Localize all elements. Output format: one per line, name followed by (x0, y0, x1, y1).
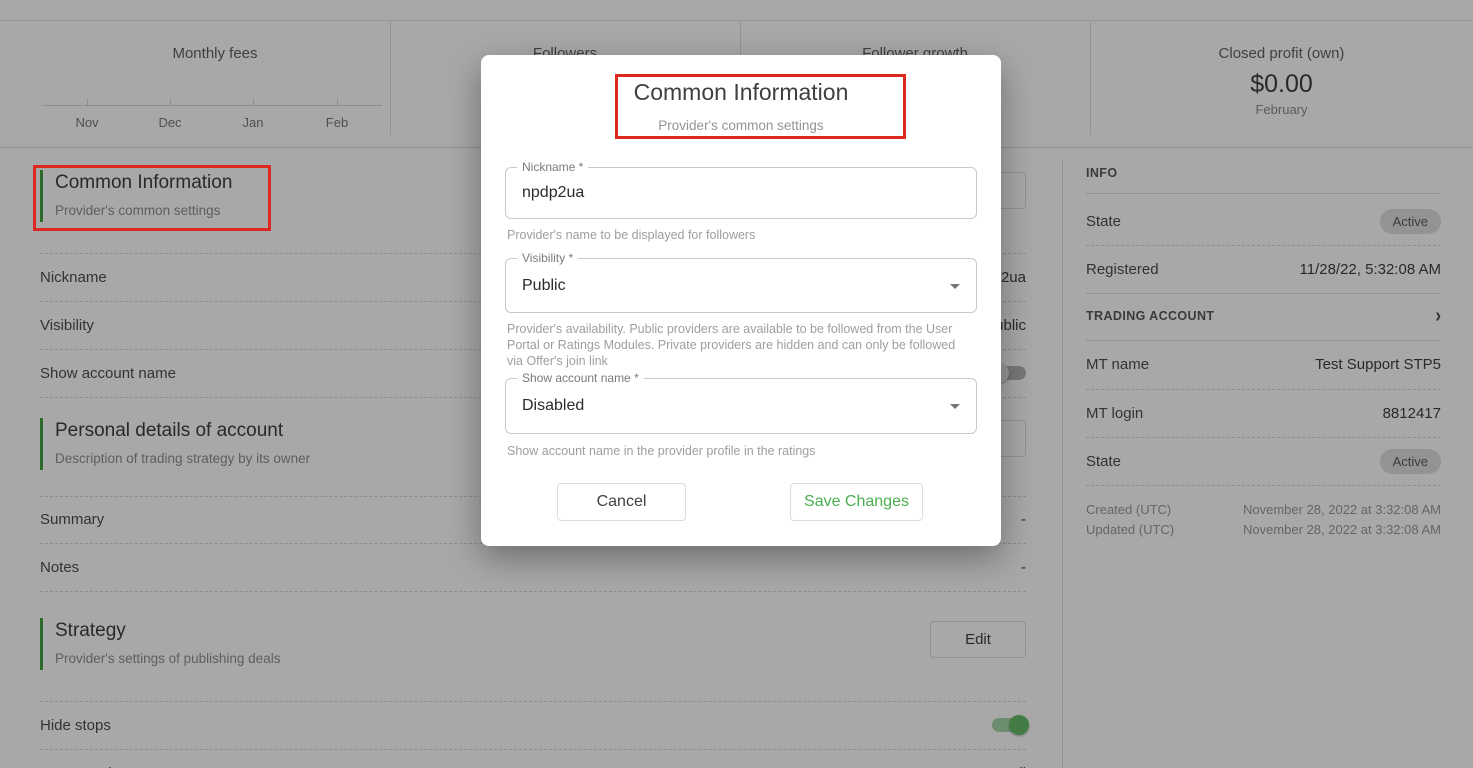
nickname-helper: Provider's name to be displayed for foll… (507, 227, 969, 243)
annotation-box-dialog-header (615, 74, 906, 139)
cancel-button[interactable]: Cancel (557, 483, 686, 521)
field-label: Nickname * (517, 160, 588, 174)
visibility-helper: Provider's availability. Public provider… (507, 321, 969, 369)
provider-settings-screen: Monthly fees Nov Dec Jan Feb Followers F… (0, 0, 1473, 768)
save-changes-button[interactable]: Save Changes (790, 483, 923, 521)
show-account-name-helper: Show account name in the provider profil… (507, 443, 969, 459)
nickname-field[interactable]: Nickname * npdp2ua (505, 167, 977, 219)
field-value: npdp2ua (522, 184, 584, 202)
chevron-down-icon (950, 404, 960, 409)
show-account-name-select[interactable]: Show account name * Disabled (505, 378, 977, 434)
visibility-select[interactable]: Visibility * Public (505, 258, 977, 313)
field-label: Show account name * (517, 371, 644, 385)
field-value: Public (522, 277, 566, 295)
field-label: Visibility * (517, 251, 578, 265)
annotation-box-section-header (33, 165, 271, 231)
field-value: Disabled (522, 397, 584, 415)
chevron-down-icon (950, 284, 960, 289)
